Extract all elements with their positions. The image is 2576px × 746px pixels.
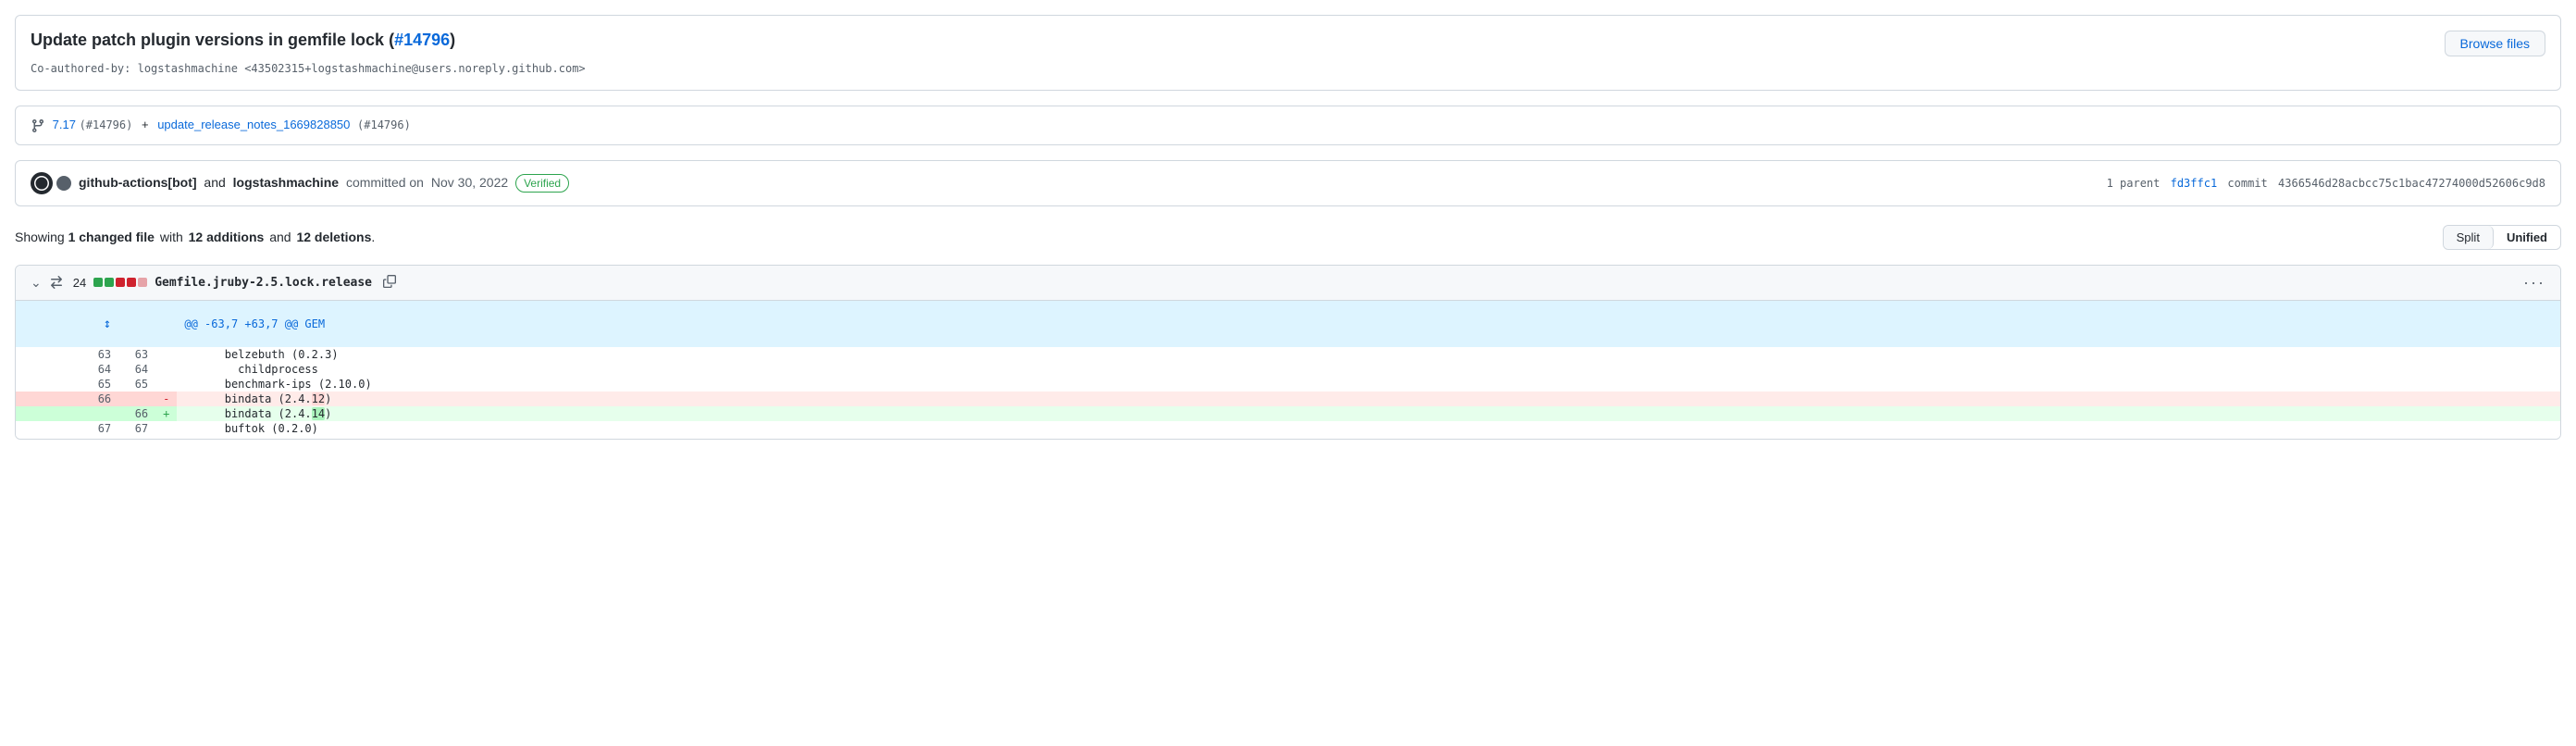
line-sign: + [155,406,177,421]
line-content: childprocess [177,362,2560,377]
author-text: github-actions[bot] and logstashmachine … [79,174,569,193]
stats-text: Showing 1 changed file with 12 additions… [15,230,375,244]
split-unified-toggle: Split Unified [2443,225,2561,250]
diff-arrows-icon [49,275,64,290]
commit-title: Update patch plugin versions in gemfile … [31,31,455,50]
line-content: bindata (2.4.14) [177,406,2560,421]
diff-file-info: ⌄ 24 Gemfile.jruby-2.5.lock.release [31,275,396,291]
hunk-header-row: ↕ @@ -63,7 +63,7 @@ GEM [16,301,2560,347]
browse-files-button[interactable]: Browse files [2445,31,2545,56]
line-old-num: 66 [16,392,118,406]
commit-subtitle: Co-authored-by: logstashmachine <4350231… [31,62,2545,75]
table-row: 67 67 buftok (0.2.0) [16,421,2560,439]
bot-name-link[interactable]: github-actions[bot] [79,175,197,190]
bot-avatar [31,172,53,194]
diff-table: ↕ @@ -63,7 +63,7 @@ GEM 63 63 belzebuth … [16,301,2560,439]
git-branch-icon [31,118,45,133]
split-button[interactable]: Split [2444,226,2494,249]
hunk-expand-cell: ↕ [16,301,118,347]
copy-filename-button[interactable] [383,275,396,291]
avatar-group [31,172,71,194]
table-row: 63 63 belzebuth (0.2.3) [16,347,2560,362]
period: . [371,230,375,244]
commit-label: commit [2227,177,2267,190]
branch-name-text: update_release_notes_1669828850 [157,118,350,131]
author-date: Nov 30, 2022 [431,175,508,190]
parent-hash-link[interactable]: fd3ffc1 [2171,177,2218,190]
showing-label: Showing [15,230,65,244]
line-new-num: 64 [118,362,155,377]
line-old-num: 65 [16,377,118,392]
author-info: github-actions[bot] and logstashmachine … [31,172,569,194]
line-old-num: 67 [16,421,118,439]
line-new-num: 63 [118,347,155,362]
table-row: 66 - bindata (2.4.12) [16,392,2560,406]
line-old-num: 63 [16,347,118,362]
table-row: 64 64 childprocess [16,362,2560,377]
commit-title-text: Update patch plugin versions in gemfile … [31,31,384,49]
hunk-sign-cell [155,301,177,347]
line-new-num: 66 [118,406,155,421]
branch-name-link[interactable]: update_release_notes_1669828850 [157,118,353,131]
branch-issue: (#14796) [357,118,411,131]
parent-label: 1 parent [2107,177,2161,190]
line-old-num: 64 [16,362,118,377]
author-action: committed on [346,175,424,190]
line-content: benchmark-ips (2.10.0) [177,377,2560,392]
diff-pills [93,278,147,287]
diff-filename: Gemfile.jruby-2.5.lock.release [155,276,372,290]
and-label: and [269,230,291,244]
diff-file-header: ⌄ 24 Gemfile.jruby-2.5.lock.release [16,266,2560,301]
expand-icon[interactable]: ↕ [104,317,111,331]
pill-green-2 [105,278,114,287]
line-content: belzebuth (0.2.3) [177,347,2560,362]
author-conjunction: and [204,175,225,190]
line-new-num: 65 [118,377,155,392]
line-sign [155,421,177,439]
pill-green-1 [93,278,103,287]
hunk-new-num-cell [118,301,155,347]
pill-red-2 [127,278,136,287]
commit-header: Update patch plugin versions in gemfile … [15,15,2561,91]
unified-button[interactable]: Unified [2494,226,2560,249]
line-sign [155,362,177,377]
table-row: 65 65 benchmark-ips (2.10.0) [16,377,2560,392]
branch-version-issue: (#14796) [80,118,133,131]
line-new-num [118,392,155,406]
branch-separator: + [142,118,149,131]
line-new-num: 67 [118,421,155,439]
stats-row: Showing 1 changed file with 12 additions… [15,221,2561,254]
branch-info: 7.17 (#14796) + update_release_notes_166… [15,106,2561,145]
verified-badge: Verified [515,174,569,193]
collapse-button[interactable]: ⌄ [31,275,42,291]
hunk-header-content: @@ -63,7 +63,7 @@ GEM [177,301,2560,347]
additions-count: 12 additions [189,230,265,244]
table-row: 66 + bindata (2.4.14) [16,406,2560,421]
diff-change-count: 24 [73,276,86,290]
deletions-count: 12 deletions [296,230,371,244]
commit-meta: 1 parent fd3ffc1 commit 4366546d28acbcc7… [2107,177,2545,190]
line-old-num [16,406,118,421]
line-sign: - [155,392,177,406]
diff-highlight-added: 14 [312,407,325,420]
commit-hash: 4366546d28acbcc75c1bac47274000d52606c9d8 [2278,177,2545,190]
diff-section: ⌄ 24 Gemfile.jruby-2.5.lock.release [15,265,2561,440]
user-avatar [56,176,71,191]
version-link[interactable]: 7.17 (#14796) [53,118,136,131]
diff-highlight-removed: 12 [312,392,325,405]
diff-more-button[interactable]: ··· [2523,273,2545,292]
author-row: github-actions[bot] and logstashmachine … [15,160,2561,206]
pill-red-3 [138,278,147,287]
commit-issue-link[interactable]: #14796 [394,31,450,49]
line-content: bindata (2.4.12) [177,392,2560,406]
line-sign [155,347,177,362]
line-sign [155,377,177,392]
changed-count: 1 changed file [68,230,155,244]
line-content: buftok (0.2.0) [177,421,2560,439]
branch-version: 7.17 [53,118,76,131]
user-name-link[interactable]: logstashmachine [233,175,339,190]
pill-red-1 [116,278,125,287]
with-label: with [160,230,183,244]
